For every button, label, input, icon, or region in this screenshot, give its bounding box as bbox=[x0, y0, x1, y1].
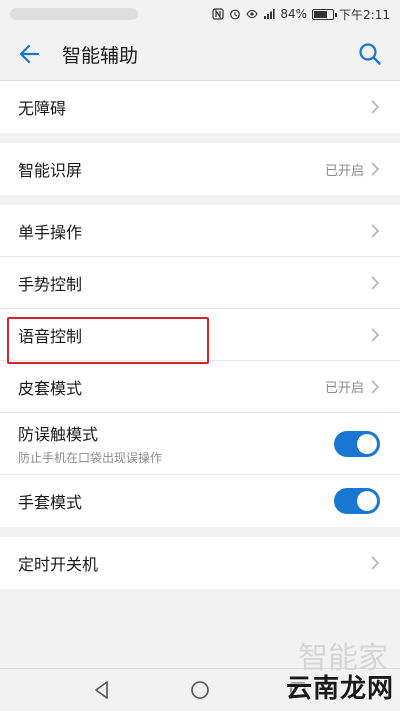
row-labels: 定时开关机 bbox=[18, 551, 370, 575]
setting-label: 皮套模式 bbox=[18, 378, 83, 398]
setting-glove-mode: 手套模式 bbox=[0, 475, 400, 527]
blurred-notifications bbox=[10, 8, 138, 20]
chevron-right-icon bbox=[371, 327, 380, 342]
accidental-touch-toggle[interactable] bbox=[334, 430, 380, 457]
row-labels: 智能识屏 bbox=[18, 157, 325, 181]
search-icon[interactable] bbox=[356, 40, 384, 68]
setting-cover-mode[interactable]: 皮套模式 已开启 bbox=[0, 361, 400, 413]
page-title: 智能辅助 bbox=[62, 45, 139, 67]
app-header: 智能辅助 bbox=[0, 28, 400, 81]
row-labels: 皮套模式 bbox=[18, 375, 325, 399]
row-labels: 语音控制 bbox=[18, 323, 370, 347]
setting-accidental-touch-prevention: 防误触模式 防止手机在口袋出现误操作 bbox=[0, 413, 400, 475]
alarm-icon bbox=[230, 9, 241, 20]
setting-status: 已开启 bbox=[324, 163, 364, 179]
setting-status: 已开启 bbox=[324, 381, 364, 396]
row-labels: 防误触模式 防止手机在口袋出现误操作 bbox=[18, 421, 334, 466]
eye-icon bbox=[246, 9, 259, 19]
settings-group-1: 无障碍 bbox=[0, 81, 400, 133]
nfc-icon bbox=[212, 8, 224, 20]
status-bar: 84% 下午2:11 bbox=[0, 0, 400, 28]
setting-accessibility[interactable]: 无障碍 bbox=[0, 81, 400, 133]
row-labels: 单手操作 bbox=[18, 219, 370, 243]
settings-list: 无障碍 智能识屏 已开启 单手操作 手势控制 语音控制 皮套模式 已开启 防误触… bbox=[0, 81, 400, 599]
setting-gesture-control[interactable]: 手势控制 bbox=[0, 257, 400, 309]
arrow-left-icon[interactable] bbox=[14, 40, 44, 68]
chevron-right-icon bbox=[371, 223, 380, 238]
battery-fill bbox=[314, 10, 328, 18]
row-labels: 手势控制 bbox=[18, 271, 370, 295]
setting-voice-control[interactable]: 语音控制 bbox=[0, 309, 400, 361]
chevron-right-icon bbox=[371, 275, 380, 290]
chevron-right-icon bbox=[371, 556, 380, 570]
row-labels: 无障碍 bbox=[18, 95, 370, 119]
clock: 下午2:11 bbox=[339, 7, 390, 22]
chevron-right-icon bbox=[371, 162, 380, 176]
setting-label: 手势控制 bbox=[18, 274, 83, 294]
setting-description: 防止手机在口袋出现误操作 bbox=[18, 451, 163, 465]
setting-label: 单手操作 bbox=[18, 222, 83, 242]
settings-group-4: 定时开关机 bbox=[0, 537, 400, 589]
setting-label: 定时开关机 bbox=[18, 555, 99, 574]
setting-label: 智能识屏 bbox=[18, 161, 83, 180]
setting-label: 无障碍 bbox=[18, 99, 67, 118]
signal-icon bbox=[264, 9, 275, 19]
setting-label: 手套模式 bbox=[18, 493, 83, 512]
setting-label: 语音控制 bbox=[18, 326, 83, 346]
status-icons: 84% 下午2:11 bbox=[212, 5, 390, 23]
home-circle-icon[interactable] bbox=[189, 679, 211, 701]
setting-label: 防误触模式 bbox=[18, 425, 99, 444]
toggle-knob bbox=[357, 433, 377, 454]
chevron-right-icon bbox=[371, 100, 380, 114]
back-triangle-icon[interactable] bbox=[91, 679, 113, 701]
glove-mode-toggle[interactable] bbox=[334, 488, 380, 514]
chevron-right-icon bbox=[371, 379, 380, 394]
row-labels: 手套模式 bbox=[18, 489, 334, 513]
battery-percent: 84% bbox=[280, 7, 308, 21]
settings-group-3: 单手操作 手势控制 语音控制 皮套模式 已开启 防误触模式 防止手机在口袋出现误… bbox=[0, 205, 400, 527]
battery-icon bbox=[312, 8, 338, 20]
setting-smart-screen-recognition[interactable]: 智能识屏 已开启 bbox=[0, 143, 400, 195]
watermark: 云南龙网 bbox=[285, 674, 394, 704]
setting-one-handed-mode[interactable]: 单手操作 bbox=[0, 205, 400, 257]
settings-group-2: 智能识屏 已开启 bbox=[0, 143, 400, 195]
setting-scheduled-power[interactable]: 定时开关机 bbox=[0, 537, 400, 589]
toggle-knob bbox=[357, 491, 377, 511]
